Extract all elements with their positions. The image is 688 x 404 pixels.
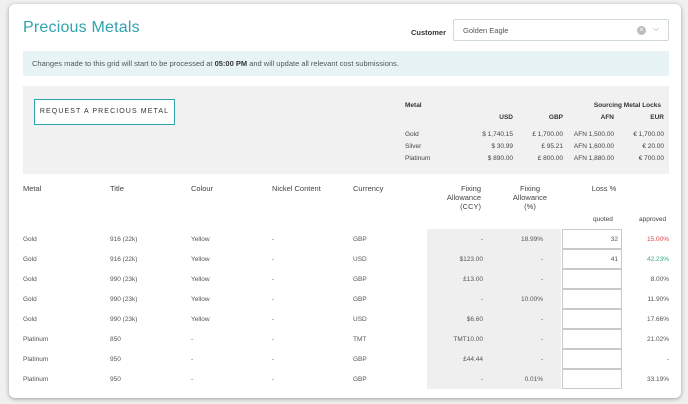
subheader-approved: approved xyxy=(639,216,667,223)
row-metal: Platinum xyxy=(23,356,49,363)
row-fixing-pct: 0.01% xyxy=(524,376,543,383)
row-colour: - xyxy=(191,376,194,383)
col-header-fixing-ccy-2: Allowance xyxy=(446,193,481,202)
row-title: 990 (23k) xyxy=(110,296,138,303)
row-fixing-pct: - xyxy=(540,356,543,363)
row-colour: Yellow xyxy=(191,276,210,283)
row-currency: GBP xyxy=(353,276,367,283)
row-metal: Gold xyxy=(23,316,37,323)
row-nickel: - xyxy=(272,336,275,343)
col-header-fixing-pct-2: Allowance xyxy=(512,193,548,202)
row-title: 916 (22k) xyxy=(110,256,138,263)
row-colour: - xyxy=(191,356,194,363)
row-metal: Gold xyxy=(23,236,37,243)
row-title: 850 xyxy=(110,336,121,343)
row-fixing-ccy: $123.00 xyxy=(459,256,484,263)
row-nickel: - xyxy=(272,256,275,263)
row-approved: 17.66% xyxy=(646,316,669,323)
row-nickel: - xyxy=(272,236,275,243)
col-header-colour: Colour xyxy=(191,184,214,193)
row-fixing-pct: - xyxy=(540,256,543,263)
row-approved: 33.19% xyxy=(646,376,669,383)
row-currency: GBP xyxy=(353,376,367,383)
row-nickel: - xyxy=(272,296,275,303)
precious-metals-card: Precious Metals Customer Golden Eagle × … xyxy=(9,4,681,398)
row-colour: Yellow xyxy=(191,256,210,263)
row-metal: Gold xyxy=(23,276,37,283)
row-currency: TMT xyxy=(353,336,367,343)
row-colour: Yellow xyxy=(191,296,210,303)
col-header-loss: Loss % xyxy=(591,184,617,193)
row-metal: Gold xyxy=(23,296,37,303)
col-header-fixing-ccy-3: (CCY) xyxy=(460,202,481,211)
row-currency: GBP xyxy=(353,296,367,303)
row-metal: Gold xyxy=(23,256,37,263)
row-metal: Platinum xyxy=(23,376,49,383)
row-title: 950 xyxy=(110,376,121,383)
row-fixing-ccy: £44.44 xyxy=(463,356,483,363)
metal-grid: Metal Title Colour Nickel Content Curren… xyxy=(9,4,681,398)
row-fixing-ccy: - xyxy=(480,236,483,243)
row-nickel: - xyxy=(272,316,275,323)
row-fixing-ccy: $6.60 xyxy=(466,316,483,323)
row-nickel: - xyxy=(272,356,275,363)
col-header-title: Title xyxy=(110,184,124,193)
row-nickel: - xyxy=(272,276,275,283)
row-title: 950 xyxy=(110,356,121,363)
row-approved: 15.00% xyxy=(646,236,669,243)
row-fixing-pct: - xyxy=(540,336,543,343)
col-header-currency: Currency xyxy=(353,184,384,193)
row-approved: 42.23% xyxy=(646,256,669,263)
row-fixing-pct: - xyxy=(540,276,543,283)
row-colour: - xyxy=(191,336,194,343)
row-fixing-ccy: - xyxy=(480,296,483,303)
row-approved: - xyxy=(666,356,669,363)
row-title: 990 (23k) xyxy=(110,276,138,283)
row-colour: Yellow xyxy=(191,316,210,323)
row-title: 916 (22k) xyxy=(110,236,138,243)
col-header-fixing-pct-1: Fixing xyxy=(519,184,540,193)
row-currency: USD xyxy=(353,256,367,263)
col-header-nickel: Nickel Content xyxy=(272,184,321,193)
row-fixing-pct: 18.99% xyxy=(520,236,543,243)
row-title: 990 (23k) xyxy=(110,316,138,323)
col-header-fixing-pct-3: (%) xyxy=(524,202,536,211)
row-approved: 11.90% xyxy=(647,296,669,303)
col-header-fixing-ccy-1: Fixing xyxy=(460,184,481,193)
row-currency: GBP xyxy=(353,236,367,243)
row-metal: Platinum xyxy=(23,336,49,343)
col-header-metal: Metal xyxy=(23,184,42,193)
row-colour: Yellow xyxy=(191,236,210,243)
subheader-quoted: quoted xyxy=(593,216,613,223)
row-fixing-ccy: TMT10.00 xyxy=(453,336,483,343)
row-fixing-ccy: £13.00 xyxy=(463,276,483,283)
row-fixing-pct: 10.00% xyxy=(520,296,543,303)
row-approved: 8.00% xyxy=(650,276,669,283)
row-currency: USD xyxy=(353,316,367,323)
row-fixing-pct: - xyxy=(540,316,543,323)
row-currency: GBP xyxy=(353,356,367,363)
row-nickel: - xyxy=(272,376,275,383)
row-fixing-ccy: - xyxy=(480,376,483,383)
row-approved: 21.02% xyxy=(646,336,669,343)
